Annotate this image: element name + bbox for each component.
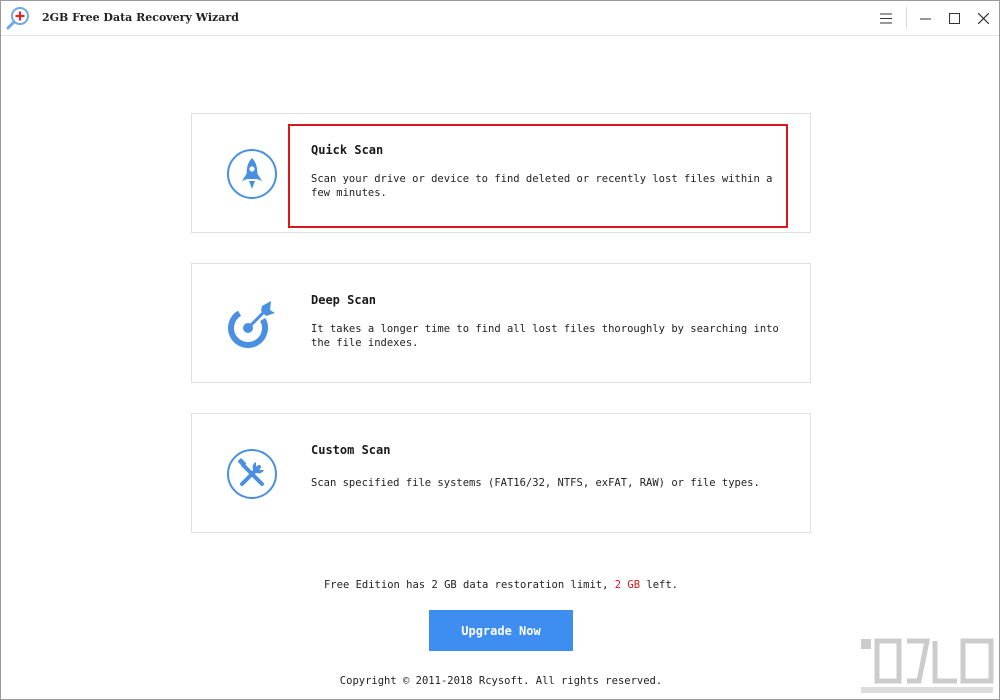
limit-prefix: Free Edition has 2 GB data restoration l… <box>323 579 615 591</box>
selection-highlight <box>288 124 788 228</box>
maximize-icon <box>948 12 960 24</box>
custom-scan-title: Custom Scan <box>311 443 391 457</box>
title-bar: 2GB Free Data Recovery Wizard <box>1 1 999 36</box>
restoration-limit-text: Free Edition has 2 GB data restoration l… <box>1 579 1000 591</box>
limit-remaining: 2 GB <box>614 579 641 591</box>
minimize-button[interactable] <box>914 7 936 29</box>
watermark-logo <box>861 638 994 693</box>
window-title: 2GB Free Data Recovery Wizard <box>42 11 239 24</box>
menu-icon <box>880 13 892 23</box>
custom-scan-option[interactable]: Custom Scan Scan specified file systems … <box>191 413 811 533</box>
app-window: 2GB Free Data Recovery Wizard Quick Scan… <box>0 0 1000 700</box>
upgrade-now-button[interactable]: Upgrade Now <box>429 610 573 651</box>
menu-button[interactable] <box>875 7 897 29</box>
deep-scan-title: Deep Scan <box>311 293 377 307</box>
deep-scan-option[interactable]: Deep Scan It takes a longer time to find… <box>191 263 811 383</box>
target-arrow-icon <box>228 301 275 348</box>
copyright-text: Copyright © 2011-2018 Rcysoft. All right… <box>339 675 663 687</box>
close-button[interactable] <box>972 7 994 29</box>
custom-scan-description: Scan specified file systems (FAT16/32, N… <box>311 477 760 489</box>
deep-scan-description: It takes a longer time to find all lost … <box>311 323 779 349</box>
title-separator <box>906 7 907 29</box>
tools-icon <box>227 449 277 499</box>
rocket-icon <box>227 149 277 199</box>
maximize-button[interactable] <box>943 7 965 29</box>
app-logo-icon <box>6 7 29 30</box>
close-icon <box>977 12 989 24</box>
minimize-icon <box>919 18 931 19</box>
limit-suffix: left. <box>640 579 679 591</box>
